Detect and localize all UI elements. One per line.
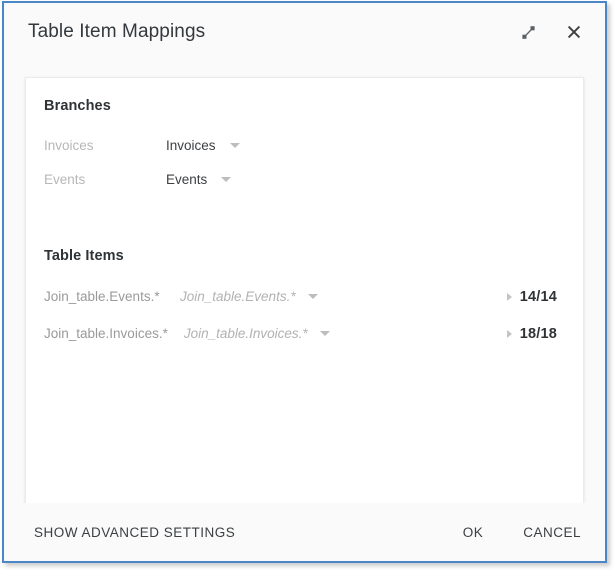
close-button[interactable] — [561, 19, 587, 45]
chevron-down-icon — [229, 142, 240, 148]
table-item-select[interactable]: Join_table.Invoices.* — [184, 326, 330, 341]
table-item-expand-count[interactable]: 18/18 — [506, 325, 565, 342]
table-item-count: 14/14 — [519, 288, 557, 305]
table-item-count: 18/18 — [519, 325, 557, 342]
triangle-right-icon — [506, 329, 512, 338]
dialog-titlebar: Table Item Mappings — [4, 3, 605, 61]
table-item-select[interactable]: Join_table.Events.* — [180, 289, 318, 304]
table-item-mappings-dialog: Table Item Mappings Branches Invoices In… — [2, 1, 607, 563]
table-item-label: Join_table.Events.* — [44, 289, 160, 304]
branch-select-value: Invoices — [166, 137, 216, 153]
table-items-rows: Join_table.Events.* Join_table.Events.* … — [44, 278, 565, 352]
dialog-title: Table Item Mappings — [28, 21, 206, 42]
triangle-right-icon — [506, 292, 512, 301]
titlebar-actions — [515, 19, 587, 45]
footer-actions: OK CANCEL — [463, 525, 581, 540]
mappings-card: Branches Invoices Invoices Events Events — [25, 77, 584, 503]
chevron-down-icon — [221, 176, 232, 182]
branch-row-invoices: Invoices Invoices — [44, 128, 565, 162]
table-item-row: Join_table.Events.* Join_table.Events.* … — [44, 278, 565, 315]
chevron-down-icon — [307, 294, 318, 299]
branch-select-value: Events — [166, 171, 208, 187]
table-items-heading: Table Items — [44, 248, 124, 264]
branch-label: Events — [44, 171, 86, 187]
table-item-select-value: Join_table.Invoices.* — [183, 326, 308, 341]
branch-row-events: Events Events — [44, 162, 565, 196]
table-item-label: Join_table.Invoices.* — [44, 326, 168, 341]
show-advanced-settings-button[interactable]: SHOW ADVANCED SETTINGS — [34, 525, 235, 540]
dialog-footer: SHOW ADVANCED SETTINGS OK CANCEL — [4, 503, 605, 561]
chevron-down-icon — [319, 331, 330, 336]
expand-icon — [521, 25, 536, 40]
table-item-expand-count[interactable]: 14/14 — [506, 288, 565, 305]
table-item-row: Join_table.Invoices.* Join_table.Invoice… — [44, 315, 565, 352]
ok-button[interactable]: OK — [463, 525, 484, 540]
close-icon — [566, 24, 582, 40]
cancel-button[interactable]: CANCEL — [523, 525, 581, 540]
table-item-select-value: Join_table.Events.* — [180, 289, 296, 304]
dialog-body: Branches Invoices Invoices Events Events — [4, 61, 605, 503]
branches-rows: Invoices Invoices Events Events — [44, 128, 565, 196]
expand-button[interactable] — [515, 19, 541, 45]
branch-label: Invoices — [44, 137, 94, 153]
branch-select-events[interactable]: Events — [166, 171, 232, 187]
branches-heading: Branches — [44, 98, 111, 114]
branch-select-invoices[interactable]: Invoices — [166, 138, 240, 153]
